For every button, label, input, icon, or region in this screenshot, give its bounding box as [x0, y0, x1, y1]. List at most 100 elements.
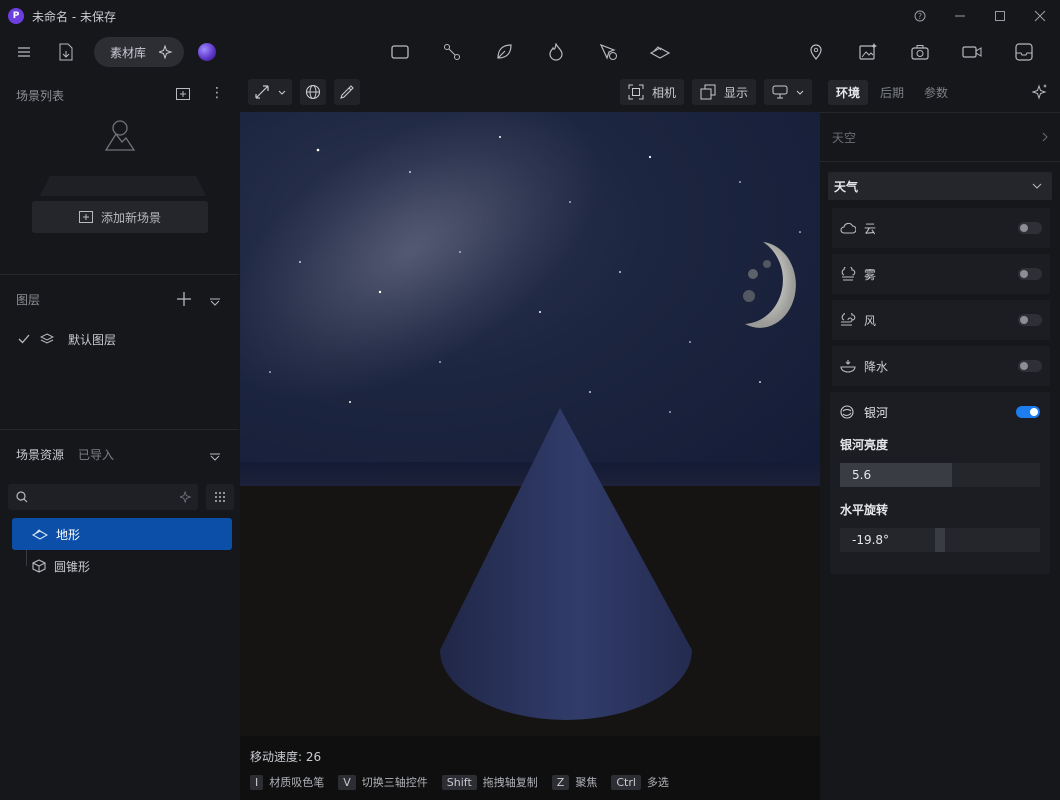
fog-toggle[interactable] [1018, 268, 1042, 280]
galaxy-brightness-label: 银河亮度 [840, 438, 889, 452]
galaxy-brightness-value: 5.6 [852, 468, 872, 482]
fire-tool-icon[interactable] [542, 38, 570, 66]
sky-section[interactable]: 天空 [820, 113, 1060, 161]
asset-search-input[interactable] [8, 484, 198, 510]
asset-library-button[interactable]: 素材库 [94, 37, 185, 67]
video-icon[interactable] [958, 38, 986, 66]
asset-item-label: 地形 [56, 527, 81, 542]
chevron-down-icon [278, 90, 286, 95]
right-panel-tabs: 环境 后期 参数 [820, 72, 1060, 112]
galaxy-toggle[interactable] [1016, 406, 1040, 418]
add-new-scene-button[interactable]: 添加新场景 [32, 201, 208, 233]
weather-item-cloud[interactable]: 云 [832, 208, 1050, 248]
camera-icon[interactable] [906, 38, 934, 66]
shortcut-text: 多选 [646, 776, 669, 789]
title-bar: P 未命名 - 未保存 ? [0, 0, 1060, 32]
check-icon[interactable] [18, 334, 30, 344]
horizontal-rotation-label: 水平旋转 [840, 503, 889, 517]
add-scene-icon[interactable] [176, 88, 190, 103]
render-orb-icon[interactable] [198, 43, 217, 61]
view-mode-icon [772, 85, 788, 99]
window-title: 未命名 - 未保存 [32, 9, 116, 24]
divider [820, 161, 1060, 162]
tab-scene-assets[interactable]: 场景资源 [16, 446, 64, 463]
weather-item-label: 风 [864, 313, 877, 328]
tab-imported[interactable]: 已导入 [78, 446, 114, 463]
minimize-icon[interactable] [940, 0, 980, 32]
shortcut-text: 拖拽轴复制 [482, 776, 538, 789]
camera-frame-icon [628, 84, 644, 100]
transform-mode-button[interactable] [248, 79, 292, 105]
inbox-icon[interactable] [1010, 38, 1038, 66]
move-speed-readout: 移动速度: 26 [250, 750, 322, 764]
3d-viewport[interactable]: 相机 显示 移动速度: 26 I 材质吸色笔 V 切换三轴控件 Shift 拖拽轴复制… [240, 72, 820, 800]
cloud-toggle[interactable] [1018, 222, 1042, 234]
asset-item-terrain[interactable]: 地形 [12, 518, 232, 550]
tab-environment[interactable]: 环境 [828, 79, 869, 105]
rain-toggle[interactable] [1018, 360, 1042, 372]
layers-collapse-icon[interactable] [210, 295, 220, 309]
assets-collapse-icon[interactable] [210, 450, 220, 464]
close-icon[interactable] [1020, 0, 1060, 32]
image-ai-icon[interactable] [854, 38, 882, 66]
camera-button[interactable]: 相机 [619, 79, 684, 105]
file-import-icon[interactable] [52, 38, 80, 66]
sky-section-label: 天空 [832, 130, 857, 145]
terrain-tool-icon[interactable] [646, 38, 674, 66]
assets-header: 场景资源 已导入 [0, 430, 239, 478]
scene-list-title: 场景列表 [16, 88, 65, 103]
weather-item-label: 云 [864, 221, 877, 236]
chevron-down-icon [1032, 183, 1042, 189]
slider-thumb[interactable] [935, 528, 945, 552]
weather-item-wind[interactable]: 风 [832, 300, 1050, 340]
pointer-add-icon[interactable] [594, 38, 622, 66]
svg-text:?: ? [918, 12, 922, 21]
weather-item-label: 降水 [864, 359, 889, 374]
scene-empty-state: 添加新场景 [0, 118, 239, 274]
location-pin-icon[interactable] [802, 38, 830, 66]
more-icon[interactable]: ⋮ [210, 86, 224, 100]
galaxy-panel: 银河 银河亮度 5.6 水平旋转 -19.8° [830, 392, 1050, 574]
asset-item-cone[interactable]: 圆锥形 [0, 550, 239, 582]
view-mode-button[interactable] [764, 79, 812, 105]
galaxy-header[interactable]: 银河 [840, 398, 1040, 426]
display-button[interactable]: 显示 [691, 79, 756, 105]
shortcut-hint: Shift 拖拽轴复制 [441, 774, 538, 790]
shortcut-hint: Z 聚焦 [551, 774, 597, 790]
tab-parameters[interactable]: 参数 [916, 80, 956, 105]
globe-icon[interactable] [300, 79, 326, 105]
eyedropper-icon[interactable] [334, 79, 360, 105]
tab-post-processing[interactable]: 后期 [872, 80, 912, 105]
ai-search-icon[interactable] [180, 491, 192, 503]
transform-icon [254, 84, 270, 100]
horizontal-rotation-slider[interactable]: -19.8° [840, 528, 1040, 552]
shortcut-hint: V 切换三轴控件 [338, 774, 428, 790]
ai-sparkle-icon[interactable] [1032, 84, 1048, 100]
fog-icon [840, 267, 856, 281]
mountain-empty-icon [102, 118, 138, 154]
display-cube-icon [700, 84, 716, 100]
rectangle-tool-icon[interactable] [386, 38, 414, 66]
maximize-icon[interactable] [980, 0, 1020, 32]
wind-icon [840, 313, 856, 327]
layer-item[interactable]: 默认图层 [0, 323, 239, 355]
terrain-icon [32, 528, 48, 540]
leaf-tool-icon[interactable] [490, 38, 518, 66]
menu-icon[interactable] [10, 38, 38, 66]
galaxy-brightness-slider[interactable]: 5.6 [840, 463, 1040, 487]
asset-item-label: 圆锥形 [54, 559, 91, 574]
shortcut-key: Shift [441, 775, 477, 790]
shortcut-key: I [250, 775, 264, 790]
weather-item-fog[interactable]: 雾 [832, 254, 1050, 294]
ai-sparkle-icon[interactable] [154, 40, 178, 64]
help-icon[interactable]: ? [900, 0, 940, 32]
add-layer-icon[interactable] [177, 292, 191, 309]
cone-object[interactable] [240, 404, 820, 778]
search-icon [16, 491, 28, 503]
wind-toggle[interactable] [1018, 314, 1042, 326]
path-tool-icon[interactable] [438, 38, 466, 66]
weather-item-rain[interactable]: 降水 [832, 346, 1050, 386]
weather-section[interactable]: 天气 [828, 172, 1052, 200]
grid-view-icon[interactable] [206, 484, 234, 510]
add-scene-button-icon [78, 211, 93, 223]
